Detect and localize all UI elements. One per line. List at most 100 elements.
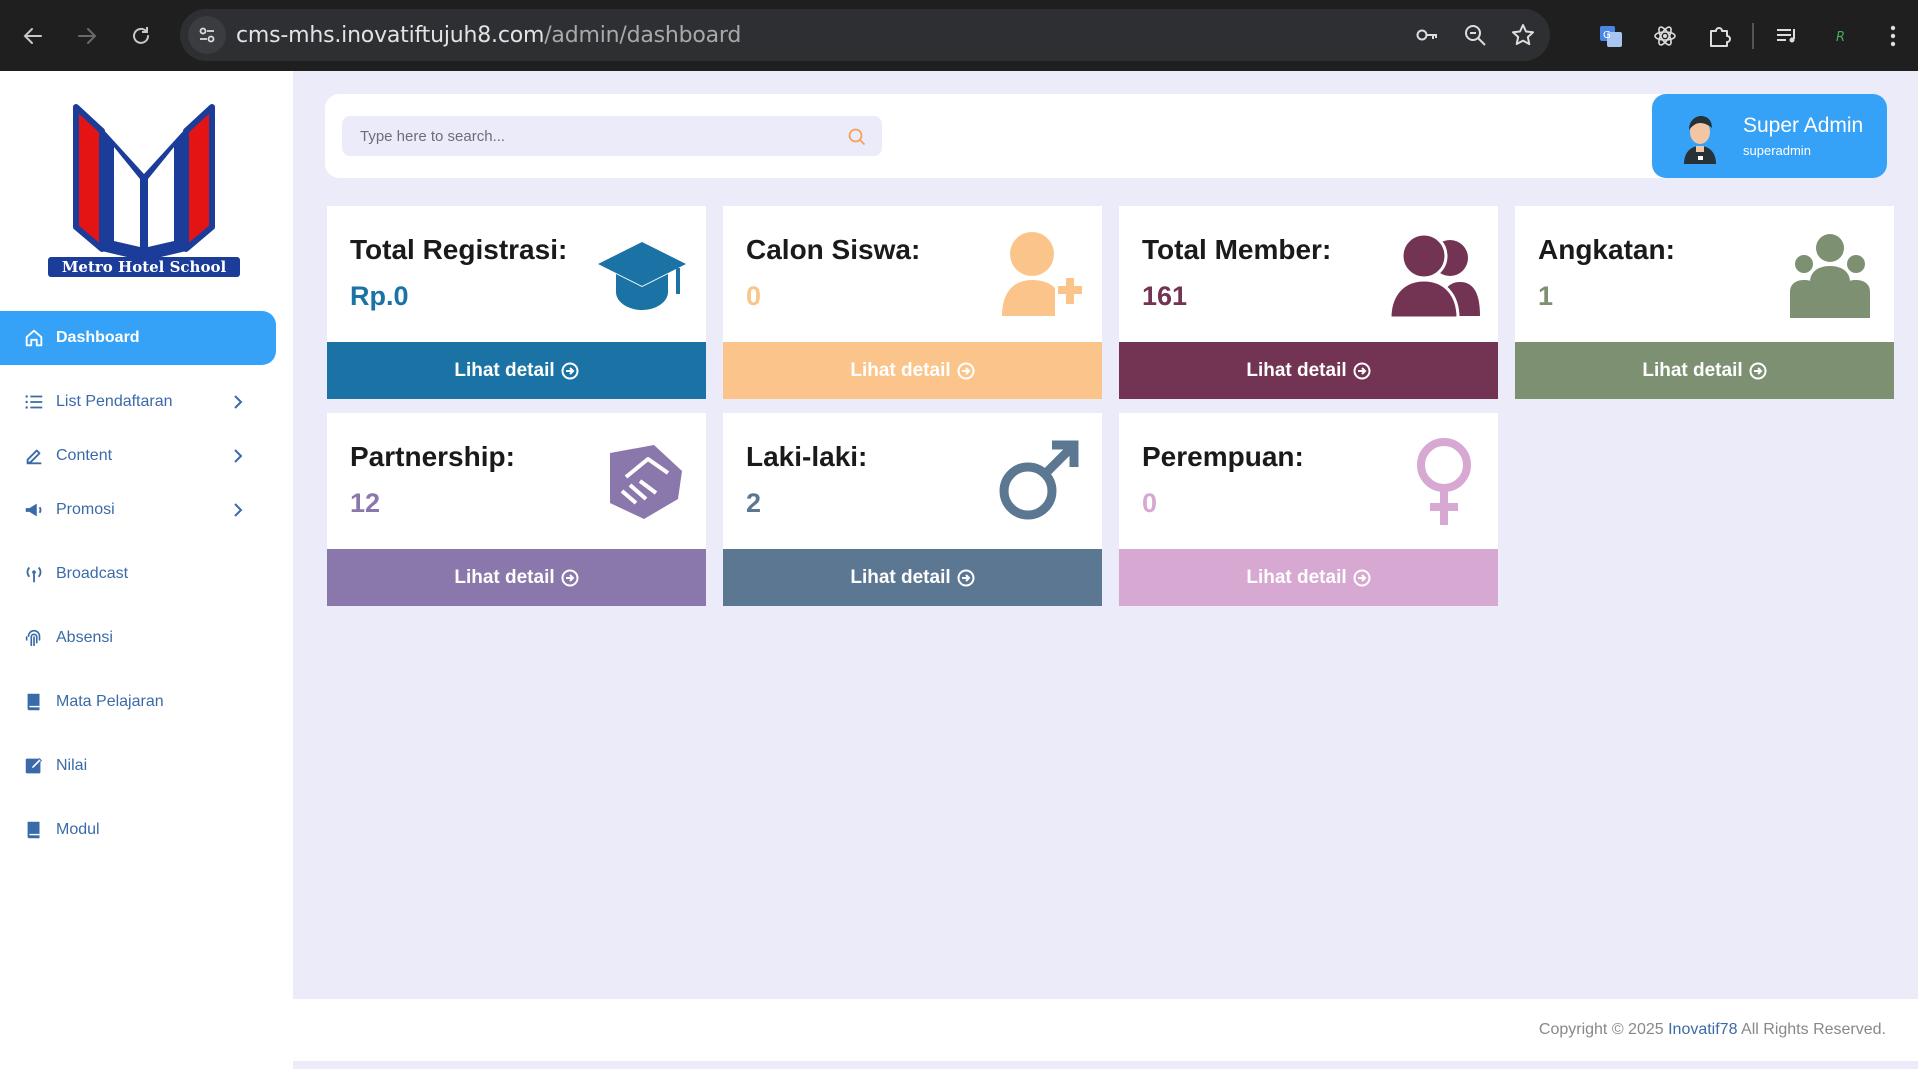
card-title: Angkatan:: [1538, 234, 1675, 265]
copyright-prefix: Copyright © 2025: [1538, 1021, 1669, 1038]
card-footer-label: Lihat detail: [1246, 359, 1347, 381]
url-text[interactable]: cms-mhs.inovatiftujuh8.com/admin/dashboa…: [236, 23, 741, 48]
home-icon: [22, 326, 46, 350]
card-footer-label: Lihat detail: [1642, 359, 1743, 381]
logo-text: Metro Hotel School: [62, 258, 227, 276]
book-icon: [22, 690, 46, 714]
card-title: Total Registrasi:: [350, 234, 568, 265]
react-extension[interactable]: [1638, 0, 1692, 71]
address-bar[interactable]: cms-mhs.inovatiftujuh8.com/admin/dashboa…: [180, 9, 1550, 61]
sidebar-item-broadcast[interactable]: Broadcast: [0, 547, 276, 601]
arrow-circle-right-icon: [957, 569, 975, 586]
r-badge-icon: R: [1836, 30, 1845, 45]
browser-menu-button[interactable]: [1868, 0, 1918, 71]
sidebar-item-label: Dashboard: [56, 329, 140, 346]
sidebar-item-modul[interactable]: Modul: [0, 803, 276, 857]
lihat-detail-button[interactable]: Lihat detail: [1119, 549, 1498, 606]
sidebar-item-label: Absensi: [56, 629, 113, 646]
back-button[interactable]: [6, 0, 60, 71]
sidebar-item-list-pendaftaran[interactable]: List Pendaftaran: [0, 375, 276, 429]
stat-card-partnership: Partnership: 12 Lihat detail: [327, 413, 706, 606]
female-symbol-icon: [1417, 438, 1471, 525]
card-footer-label: Lihat detail: [1246, 566, 1347, 588]
pencil-icon: [22, 444, 46, 468]
card-title: Calon Siswa:: [746, 234, 921, 265]
copyright-text: Copyright © 2025 Inovatif78 All Rights R…: [1539, 1021, 1886, 1039]
arrow-left-icon: [23, 27, 42, 44]
metro-hotel-school-logo: Metro Hotel School: [48, 104, 240, 277]
key-icon[interactable]: [1414, 22, 1440, 48]
lihat-detail-button[interactable]: Lihat detail: [327, 342, 706, 399]
card-value: 0: [1142, 488, 1158, 518]
card-footer-label: Lihat detail: [454, 566, 555, 588]
fingerprint-icon: [22, 626, 46, 650]
school-logo[interactable]: Metro Hotel School: [44, 99, 244, 279]
book-icon: [22, 818, 46, 842]
sidebar-item-nilai[interactable]: Nilai: [0, 739, 276, 793]
sidebar-item-label: Modul: [56, 821, 100, 838]
sidebar-item-label: List Pendaftaran: [56, 393, 173, 410]
extensions-button[interactable]: [1692, 0, 1746, 71]
zoom-icon[interactable]: [1462, 22, 1488, 48]
reload-button[interactable]: [114, 0, 168, 71]
tune-icon: [199, 27, 215, 43]
stat-card-total-member: Total Member: 161 Lihat detail: [1119, 206, 1498, 399]
copyright-suffix: All Rights Reserved.: [1737, 1021, 1886, 1038]
sidebar-item-label: Mata Pelajaran: [56, 693, 164, 710]
sidebar-item-label: Nilai: [56, 757, 88, 774]
arrow-circle-right-icon: [1353, 569, 1371, 586]
sidebar-item-mata-pelajaran[interactable]: Mata Pelajaran: [0, 675, 276, 729]
megaphone-icon: [22, 498, 46, 522]
sidebar: Metro Hotel School Dashboard List Pendaf…: [0, 71, 293, 1069]
card-title: Perempuan:: [1142, 441, 1304, 472]
lihat-detail-button[interactable]: Lihat detail: [1515, 342, 1894, 399]
arrow-circle-right-icon: [561, 362, 579, 379]
reload-icon: [133, 26, 149, 44]
media-control-button[interactable]: [1760, 0, 1814, 71]
sidebar-item-label: Promosi: [56, 501, 115, 518]
lihat-detail-button[interactable]: Lihat detail: [723, 342, 1102, 399]
translate-extension[interactable]: G: [1584, 0, 1638, 71]
graduation-cap-icon: [598, 242, 686, 310]
brand-link[interactable]: Inovatif78: [1668, 1021, 1737, 1038]
card-value: 1: [1538, 281, 1554, 311]
url-path: /admin/dashboard: [544, 22, 742, 48]
handshake-icon: [610, 445, 682, 519]
lihat-detail-button[interactable]: Lihat detail: [1119, 342, 1498, 399]
stat-card-perempuan: Perempuan: 0 Lihat detail: [1119, 413, 1498, 606]
search-input[interactable]: [342, 116, 882, 156]
sidebar-item-content[interactable]: Content: [0, 429, 276, 483]
site-info-button[interactable]: [188, 16, 226, 54]
lihat-detail-button[interactable]: Lihat detail: [723, 549, 1102, 606]
sidebar-item-label: Content: [56, 447, 113, 464]
page-footer: Copyright © 2025 Inovatif78 All Rights R…: [293, 999, 1918, 1061]
card-title: Partnership:: [350, 441, 515, 472]
sidebar-menu: Dashboard List Pendaftaran Content Promo…: [0, 311, 293, 857]
group-icon: [1790, 234, 1870, 318]
chevron-right-icon: [234, 449, 243, 463]
card-value: 161: [1142, 281, 1188, 311]
card-value: 12: [350, 488, 381, 518]
react-atom-icon: [1654, 25, 1676, 46]
list-icon: [22, 390, 46, 414]
user-profile-card[interactable]: Super Admin superadmin: [1652, 94, 1887, 178]
browser-toolbar: cms-mhs.inovatiftujuh8.com/admin/dashboa…: [0, 0, 1918, 71]
star-icon[interactable]: [1510, 22, 1536, 48]
sidebar-item-dashboard[interactable]: Dashboard: [0, 311, 276, 365]
sidebar-item-promosi[interactable]: Promosi: [0, 483, 276, 537]
arrow-circle-right-icon: [1353, 362, 1371, 379]
search-icon[interactable]: [846, 126, 868, 148]
stat-card-laki-laki: Laki-laki: 2 Lihat detail: [723, 413, 1102, 606]
sidebar-item-absensi[interactable]: Absensi: [0, 611, 276, 665]
card-value: Rp.0: [350, 281, 409, 311]
card-value: 2: [746, 488, 762, 518]
profile-extension[interactable]: R: [1814, 0, 1868, 71]
avatar: [1684, 116, 1716, 164]
lihat-detail-button[interactable]: Lihat detail: [327, 549, 706, 606]
more-vert-icon: [1890, 25, 1896, 46]
card-footer-label: Lihat detail: [850, 359, 951, 381]
arrow-circle-right-icon: [561, 569, 579, 586]
playlist-icon: [1777, 28, 1795, 42]
svg-text:G: G: [1603, 30, 1611, 41]
forward-button[interactable]: [60, 0, 114, 71]
